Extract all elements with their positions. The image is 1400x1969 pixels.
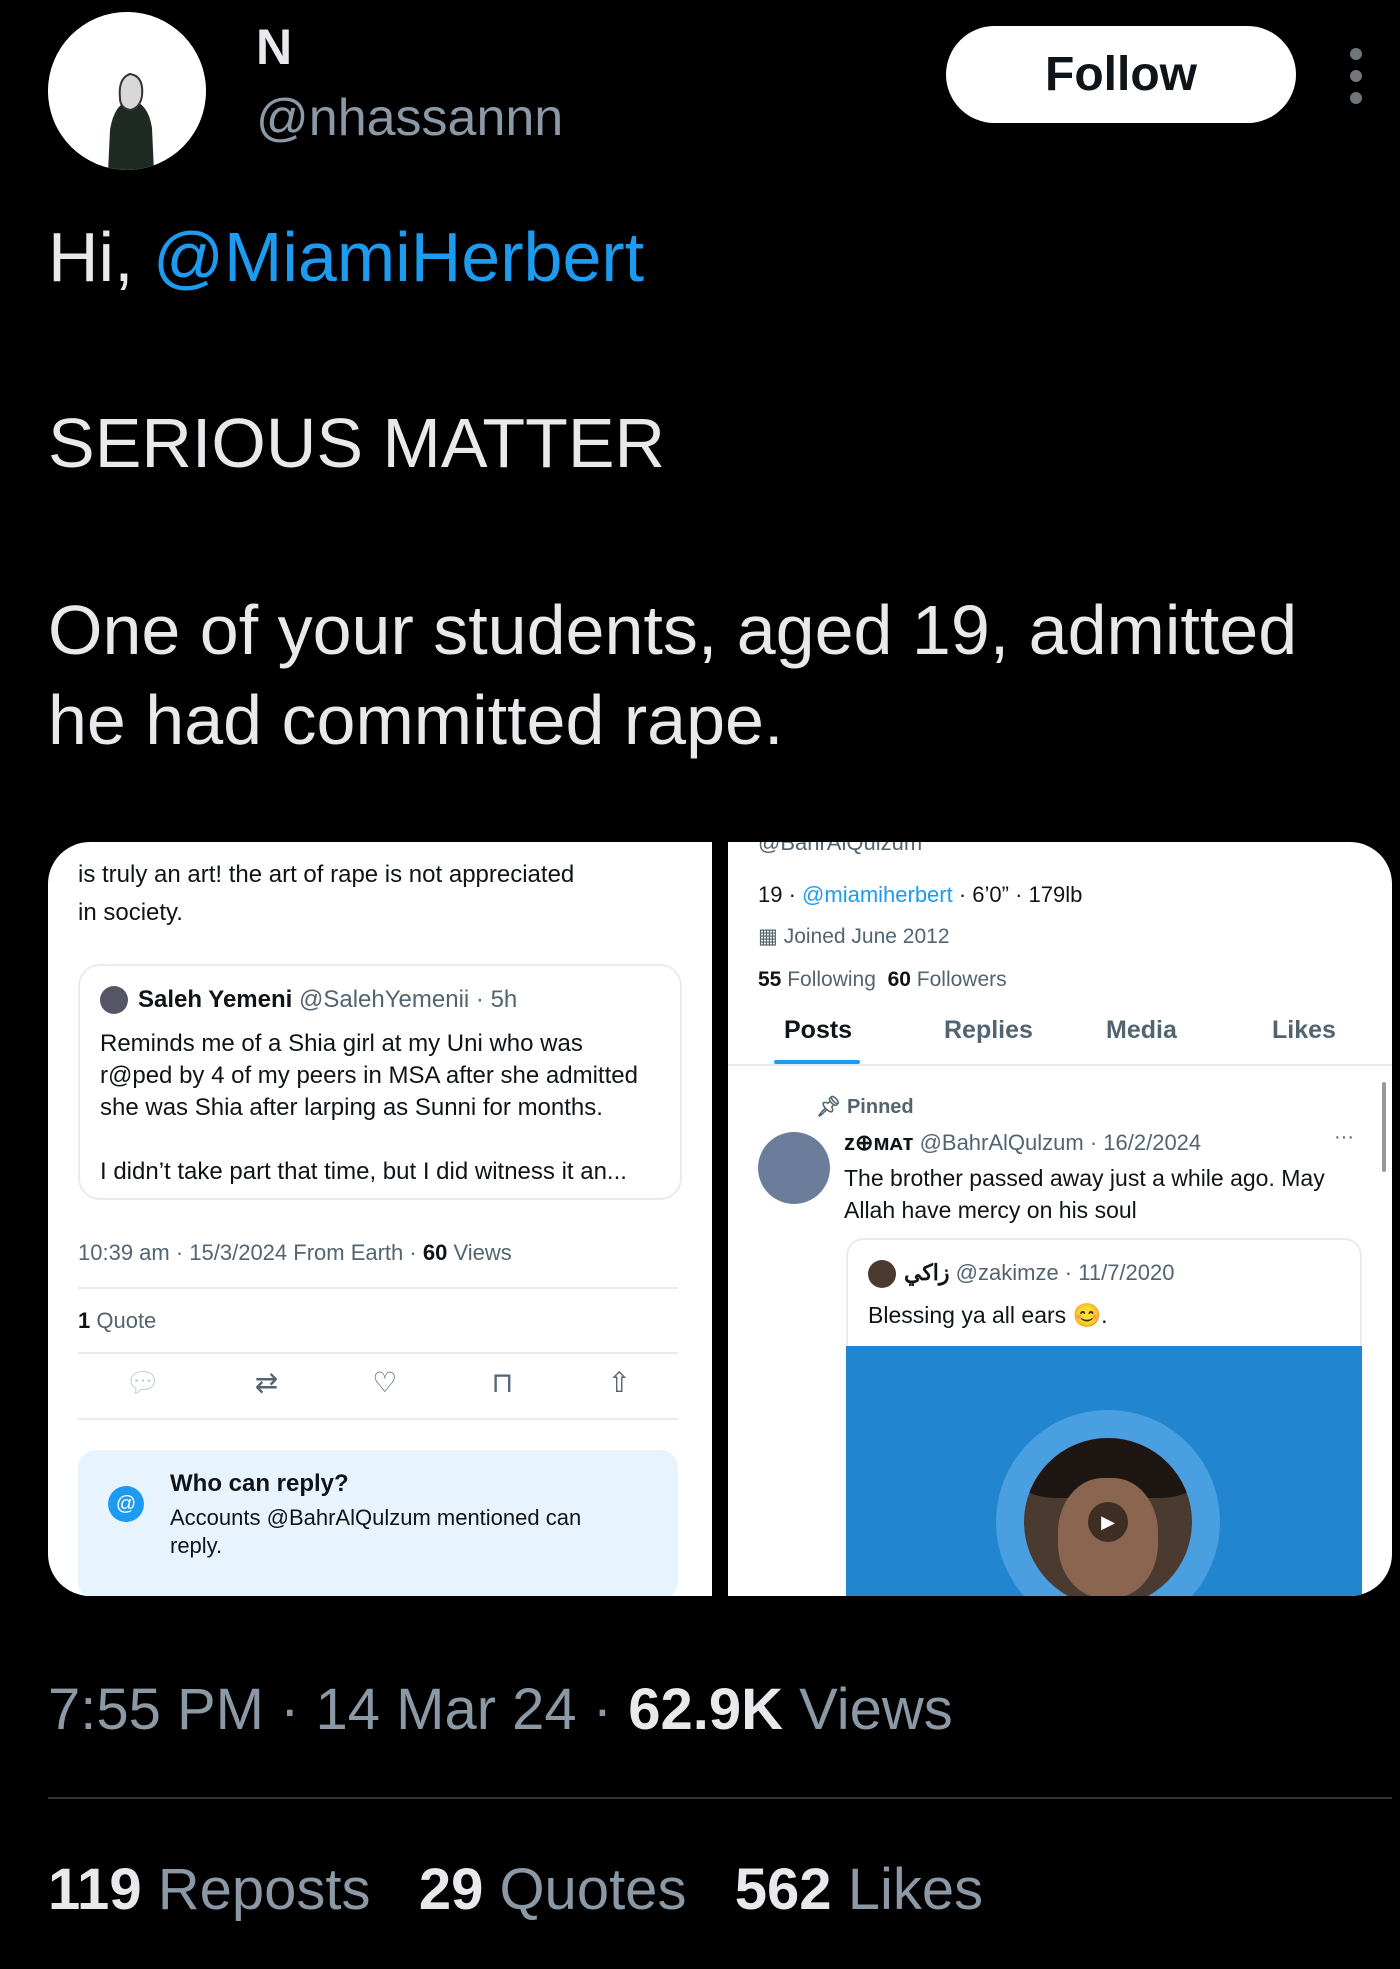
views-count: 62.9K (628, 1677, 784, 1742)
avatar[interactable] (48, 12, 206, 170)
divider (78, 1287, 678, 1289)
tab-likes[interactable]: Likes (1272, 1016, 1336, 1045)
tweet-line-greeting: Hi, @MiamiHerbert (48, 212, 644, 302)
bio-link[interactable]: @miamiherbert (802, 882, 953, 907)
tweet-line-serious: SERIOUS MATTER (48, 404, 666, 482)
attached-image-left[interactable]: is truly an art! the art of rape is not … (48, 842, 712, 1596)
follow-button[interactable]: Follow (946, 26, 1296, 123)
pinned-label: 📌︎ Pinned (816, 1096, 914, 1118)
video-avatar-ring: ▶ (996, 1410, 1220, 1596)
author-name[interactable]: N (256, 18, 292, 76)
post-avatar[interactable] (758, 1132, 830, 1204)
who-can-reply-box: @ Who can reply? Accounts @BahrAlQulzum … (78, 1450, 678, 1596)
post-text: The brother passed away just a while ago… (844, 1165, 1325, 1223)
quoted-name: Saleh Yemeni (138, 986, 293, 1013)
video-face-image: ▶ (1024, 1438, 1192, 1596)
bookmark-icon[interactable]: ⊓ (492, 1366, 514, 1399)
tweet-line-body-1: One of your students, aged 19, admitted (48, 591, 1298, 669)
at-sign-icon: @ (108, 1486, 144, 1522)
share-icon[interactable]: ⇧ (607, 1366, 630, 1399)
divider (728, 1064, 1392, 1066)
quoted-handle-time: @SalehYemenii · 5h (298, 986, 518, 1013)
reply-description: Accounts @BahrAlQulzum mentioned can rep… (170, 1505, 582, 1558)
post-handle-time: @BahrAlQulzum · 16/2/2024 (919, 1130, 1202, 1155)
scrollbar[interactable] (1382, 1082, 1386, 1172)
profile-handle-cut: @BahrAlQulzum (758, 842, 923, 855)
tab-posts[interactable]: Posts (784, 1016, 852, 1045)
more-options-icon[interactable] (1350, 48, 1362, 104)
tab-media[interactable]: Media (1106, 1016, 1177, 1045)
divider (78, 1418, 678, 1420)
divider (78, 1352, 678, 1354)
quotes-stat[interactable]: 29 Quotes (419, 1857, 687, 1922)
action-bar: 💬︎ ⇄ ♡ ⊓ ⇧ (78, 1366, 678, 1399)
tweet-timestamp-views: 7:55 PM · 14 Mar 24 · 62.9K Views (48, 1677, 953, 1742)
inner-handle-time: @zakimze · 11/7/2020 (955, 1260, 1175, 1285)
reposts-stat[interactable]: 119 Reposts (48, 1857, 370, 1922)
profile-bio-line: 19 · @miamiherbert · 6’0” · 179lb (758, 882, 1083, 907)
like-icon[interactable]: ♡ (372, 1366, 397, 1399)
inner-text: Blessing ya all ears 😊. (868, 1302, 1108, 1328)
post-more-icon[interactable]: ··· (1334, 1126, 1354, 1149)
mention-link[interactable]: @MiamiHerbert (153, 218, 644, 296)
profile-tabs: Posts Replies Media Likes (728, 1008, 1392, 1064)
tweet-meta: 10:39 am · 15/3/2024 From Earth · 60 Vie… (78, 1240, 512, 1265)
post-header: ᴢ⊕ᴍᴀᴛ @BahrAlQulzum · 16/2/2024 (844, 1130, 1201, 1156)
image-top-text: is truly an art! the art of rape is not … (78, 861, 575, 926)
quoted-tweet: Saleh Yemeni @SalehYemenii · 5h Reminds … (78, 964, 682, 1200)
quote-count[interactable]: 1 Quote (78, 1308, 156, 1334)
follow-counts: 55 Following 60 Followers (758, 968, 1007, 991)
joined-date: ▦ Joined June 2012 (758, 925, 950, 948)
pin-icon: 📌︎ (816, 1096, 847, 1118)
tweet-line-body-2: he had committed rape. (48, 681, 784, 759)
avatar-figure-icon (48, 12, 206, 170)
followers-link[interactable]: Followers (911, 968, 1007, 991)
likes-stat[interactable]: 562 Likes (735, 1857, 983, 1922)
quoted-avatar (100, 986, 128, 1014)
author-handle[interactable]: @nhassannn (256, 88, 563, 148)
reply-icon[interactable]: 💬︎ (125, 1366, 161, 1399)
video-thumbnail[interactable]: ▶ (846, 1346, 1362, 1596)
retweet-icon[interactable]: ⇄ (255, 1366, 278, 1399)
following-link[interactable]: Following (781, 968, 876, 991)
engagement-stats: 119 Reposts 29 Quotes 562 Likes (48, 1856, 983, 1923)
divider (48, 1797, 1392, 1799)
inner-author-name: زاكي (904, 1260, 950, 1285)
reply-title: Who can reply? (170, 1470, 349, 1497)
quoted-text: Reminds me of a Shia girl at my Uni who … (100, 1030, 638, 1185)
greeting-text: Hi, (48, 218, 153, 296)
tab-replies[interactable]: Replies (944, 1016, 1033, 1045)
attached-image-right[interactable]: @BahrAlQulzum 19 · @miamiherbert · 6’0” … (728, 842, 1392, 1596)
smile-emoji-icon: 😊. (1072, 1302, 1108, 1328)
play-icon[interactable]: ▶ (1088, 1502, 1128, 1542)
post-author-name[interactable]: ᴢ⊕ᴍᴀᴛ (844, 1130, 913, 1155)
tweet-time[interactable]: 7:55 PM · 14 Mar 24 · (48, 1677, 628, 1742)
calendar-icon: ▦ (758, 925, 784, 948)
inner-avatar (868, 1260, 896, 1288)
